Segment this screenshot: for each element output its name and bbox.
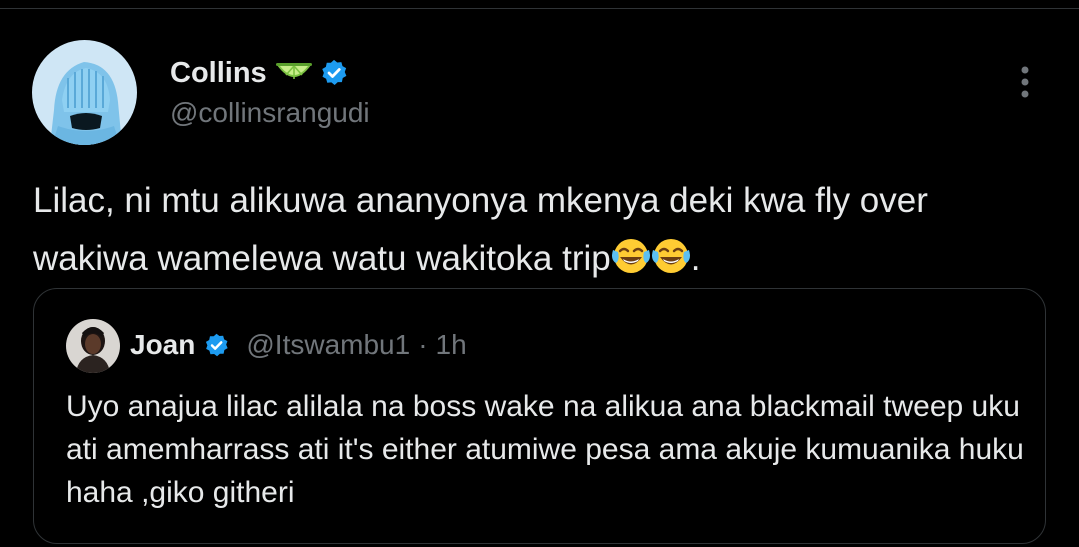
author-display-name[interactable]: Collins [170,57,267,90]
quoted-tweet-timestamp[interactable]: 1h [436,329,467,361]
quoted-tweet-card[interactable]: Joan @Itswambu1 · 1h Uyo anajua lilac al… [33,288,1046,544]
quoted-tweet-text: Uyo anajua lilac alilala na boss wake na… [66,390,1024,509]
quoted-author-avatar[interactable] [66,319,120,373]
verified-badge-icon[interactable] [203,332,230,359]
verified-badge-icon[interactable] [319,58,349,88]
author-name-row: Collins [170,55,370,91]
quoted-tweet-header: Joan @Itswambu1 · 1h [130,325,467,365]
tweet-author: Collins @collinsrangudi [170,55,370,129]
tweet-text-end: . [690,239,701,278]
more-vertical-icon [1021,66,1029,98]
quoted-author-name[interactable]: Joan [130,329,195,361]
face-with-tears-of-joy-icon [611,236,651,276]
author-handle[interactable]: @collinsrangudi [170,97,370,129]
quoted-header-separator: · [418,329,428,360]
top-divider [0,8,1079,9]
tweet-body: Lilac, ni mtu alikuwa ananyonya mkenya d… [33,181,928,278]
face-with-tears-of-joy-icon [651,236,691,276]
lime-icon [275,59,313,87]
quoted-author-handle[interactable]: @Itswambu1 [246,329,410,361]
tweet-text: Lilac, ni mtu alikuwa ananyonya mkenya d… [33,172,1033,288]
more-options-button[interactable] [1010,62,1040,102]
author-avatar[interactable] [32,40,137,145]
